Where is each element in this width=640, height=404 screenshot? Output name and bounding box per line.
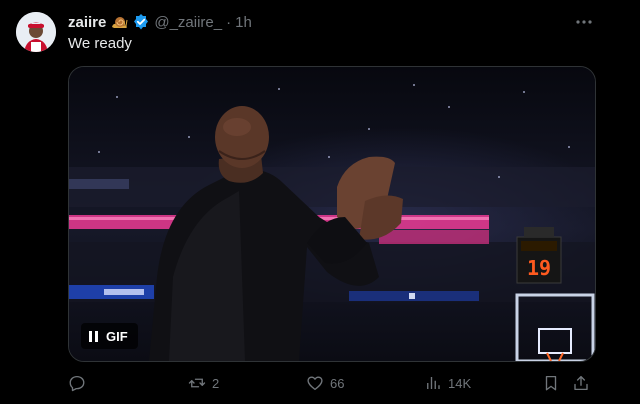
share-icon [574,375,588,391]
tweet: zaiire @_zaiire_ · 1h We ready 19 GIF 2 … [0,0,640,404]
shot-clock-digits: 19 [527,256,551,280]
more-options-button[interactable] [570,12,598,32]
display-name[interactable]: zaiire [68,14,106,31]
gif-frame: 19 [69,67,595,361]
like-count: 66 [330,375,345,391]
reply-button[interactable] [68,372,92,394]
handle[interactable]: @_zaiire_ [154,14,222,31]
views-button[interactable]: 14K [424,372,471,394]
tweet-header: zaiire @_zaiire_ · 1h [68,12,252,32]
avatar[interactable] [16,12,56,52]
like-button[interactable]: 66 [306,372,344,394]
action-bar: 2 66 14K [68,372,594,394]
reply-icon [69,375,85,392]
like-icon [307,376,323,391]
repost-icon [188,378,206,388]
separator-dot: · [226,13,232,31]
views-count: 14K [448,375,472,391]
repost-count: 2 [212,375,220,391]
gif-label: GIF [106,328,128,344]
gif-media[interactable]: 19 GIF [68,66,596,362]
verified-badge-icon [132,13,150,31]
bookmark-icon [545,375,557,391]
snail-emoji-icon [111,14,129,30]
more-options-icon [576,20,592,24]
views-icon [427,377,440,389]
gif-controls[interactable]: GIF [81,323,138,349]
timestamp[interactable]: 1h [235,14,252,31]
bookmark-button[interactable] [542,372,560,394]
tweet-text: We ready [68,35,132,52]
repost-button[interactable]: 2 [188,372,219,394]
pause-icon[interactable] [89,330,98,342]
share-button[interactable] [572,372,590,394]
